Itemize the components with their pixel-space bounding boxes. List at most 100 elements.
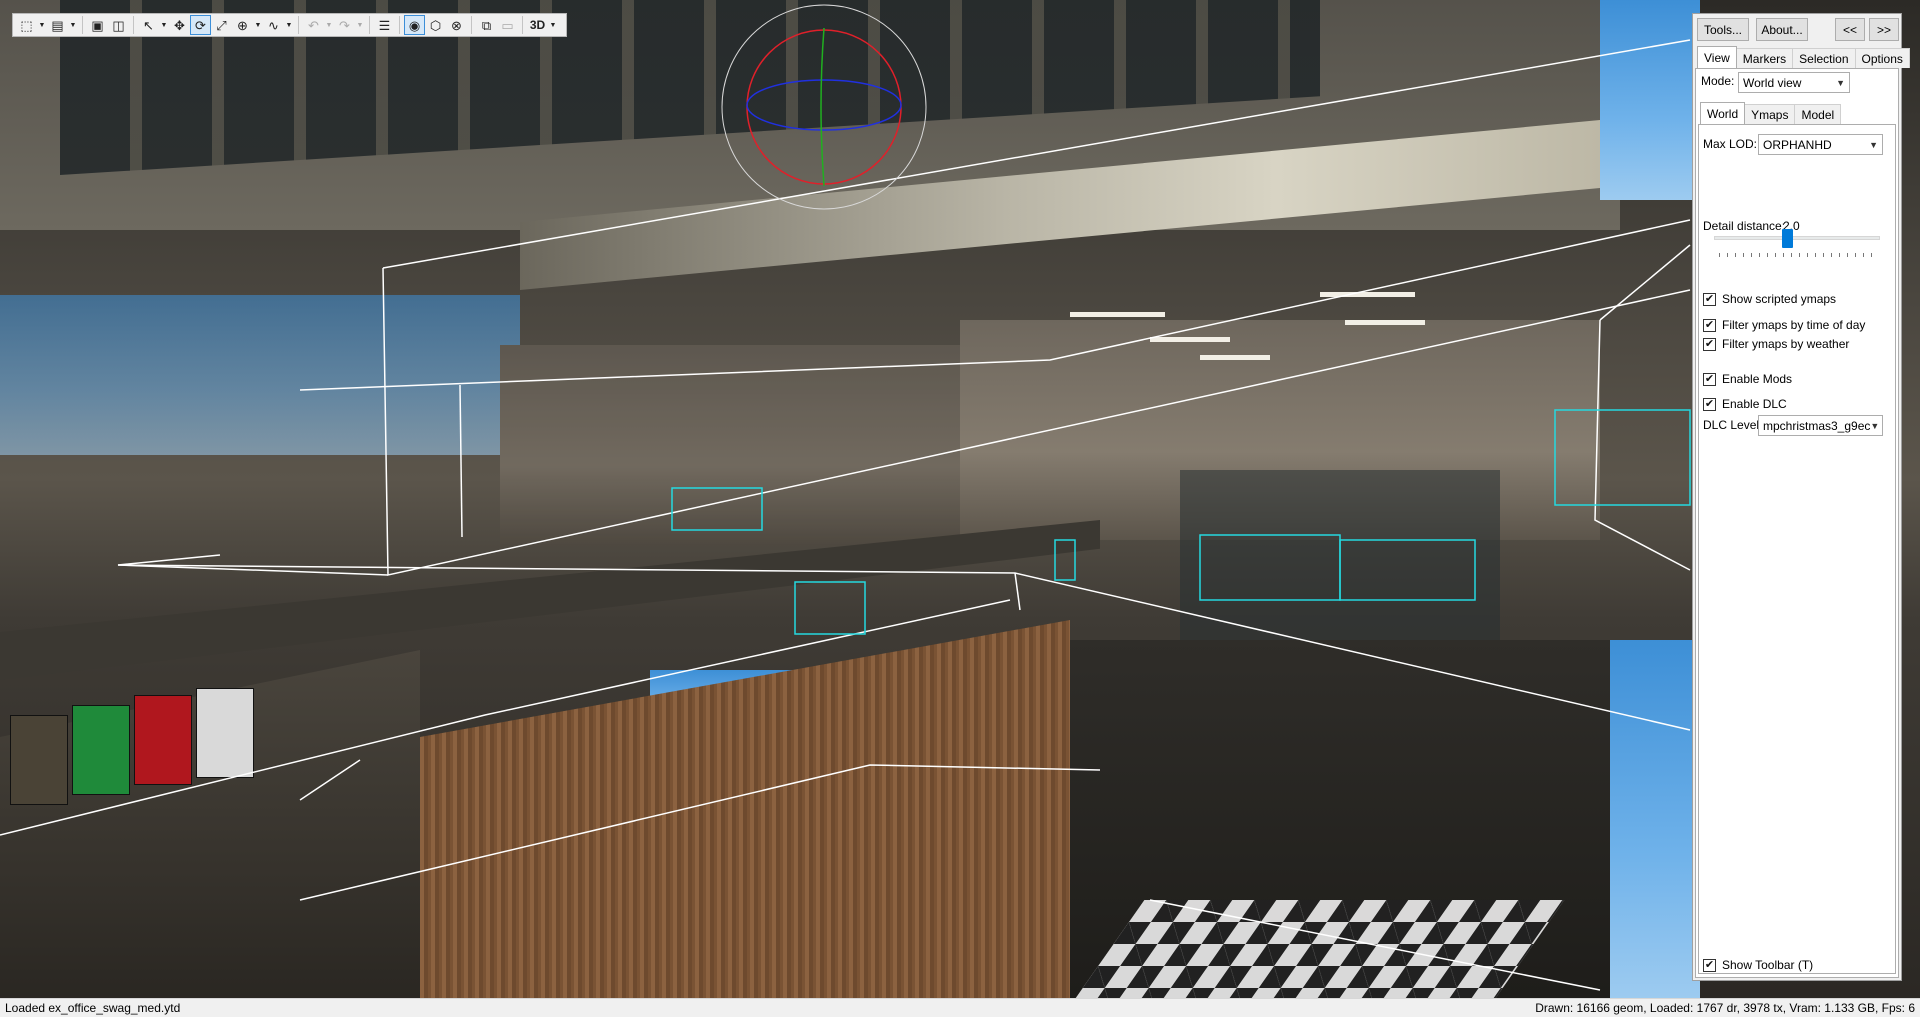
checkbox-label: Filter ymaps by time of day xyxy=(1722,318,1866,332)
tab-ymaps[interactable]: Ymaps xyxy=(1744,104,1796,124)
gizmo-z-ring xyxy=(746,79,902,131)
rotate-icon: ⟳ xyxy=(195,17,206,33)
checkbox-box[interactable]: ✔ xyxy=(1703,337,1716,351)
main-toolbar: ⬚ ▼ ▤ ▼ ▣ ◫ ↖ ▼ ✥ ⟳ ⤢ ⊕ ▼ ∿ ▼ ↶ ▼ ↷ ▼ ☰ ◉ ⬡ ⊗ ⧉ ▭ 3D ▼ xyxy=(12,13,567,37)
filter-time-checkbox[interactable]: ✔ Filter ymaps by time of day xyxy=(1703,318,1865,332)
selection-bounding-box xyxy=(0,39,1691,991)
open-button[interactable]: ▤ xyxy=(47,15,68,35)
rotate-button[interactable]: ⟳ xyxy=(190,15,211,35)
max-lod-label: Max LOD: xyxy=(1703,137,1758,151)
tab-view[interactable]: View xyxy=(1697,46,1737,68)
view-tab-page: Mode: World view ▼ World Ymaps Model Max… xyxy=(1695,68,1899,978)
hide-collisions-icon: ⊗ xyxy=(451,17,462,33)
move-icon: ✥ xyxy=(174,17,185,33)
show-collisions-icon: ⬡ xyxy=(429,17,442,33)
filter-weather-checkbox[interactable]: ✔ Filter ymaps by weather xyxy=(1703,337,1849,351)
dlc-level-label: DLC Level: xyxy=(1703,418,1763,432)
mode-3d-icon: 3D xyxy=(529,18,546,32)
about-button[interactable]: About... xyxy=(1756,18,1808,41)
checkbox-box[interactable]: ✔ xyxy=(1703,372,1716,386)
side-panel: Tools... About... << >> View Markers Sel… xyxy=(1692,13,1910,981)
checkbox-box[interactable]: ✔ xyxy=(1703,958,1716,972)
show-collisions-button[interactable]: ⬡ xyxy=(425,15,446,35)
hide-collisions-button[interactable]: ⊗ xyxy=(446,15,467,35)
world-tab-page: Max LOD: ORPHANHD ▼ Detail distance: 2.0… xyxy=(1698,124,1896,974)
redo-icon: ↷ xyxy=(339,17,350,33)
open-icon: ▤ xyxy=(51,17,64,33)
wireframe-button[interactable]: ◉ xyxy=(404,15,425,35)
toolbar-separator xyxy=(133,16,134,34)
viewport-overlay xyxy=(0,4,1691,991)
status-message: Loaded ex_office_swag_med.ytd xyxy=(5,1001,181,1015)
3d-viewport[interactable] xyxy=(0,0,1920,998)
move-button[interactable]: ✥ xyxy=(169,15,190,35)
checkbox-box[interactable]: ✔ xyxy=(1703,318,1716,332)
checkbox-label: Enable Mods xyxy=(1722,372,1793,386)
chevron-down-icon[interactable]: ▼ xyxy=(548,15,558,35)
show-scripted-ymaps-checkbox[interactable]: ✔ Show scripted ymaps xyxy=(1703,292,1836,306)
checkbox-label: Enable DLC xyxy=(1722,397,1787,411)
redo-button[interactable]: ↷ xyxy=(334,15,355,35)
checkbox-box[interactable]: ✔ xyxy=(1703,292,1716,306)
chevron-down-icon[interactable]: ▼ xyxy=(284,15,294,35)
chevron-down-icon: ▼ xyxy=(1869,139,1878,150)
chevron-down-icon[interactable]: ▼ xyxy=(324,15,334,35)
max-lod-value: ORPHANHD xyxy=(1763,137,1832,152)
tab-options[interactable]: Options xyxy=(1854,48,1910,68)
main-tabs: View Markers Selection Options xyxy=(1697,46,1910,68)
checkbox-label: Filter ymaps by weather xyxy=(1722,337,1850,351)
tab-selection[interactable]: Selection xyxy=(1792,48,1856,68)
paste-icon: ▭ xyxy=(501,17,514,33)
undo-button[interactable]: ↶ xyxy=(303,15,324,35)
copy-button[interactable]: ⧉ xyxy=(476,15,497,35)
toolbar-separator xyxy=(471,16,472,34)
mode-label: Mode: xyxy=(1701,74,1735,88)
wireframe-icon: ◉ xyxy=(408,17,421,33)
chevron-down-icon[interactable]: ▼ xyxy=(159,15,169,35)
scale-icon: ⤢ xyxy=(216,17,227,33)
detail-distance-slider-thumb[interactable] xyxy=(1782,229,1794,248)
save-all-button[interactable]: ◫ xyxy=(108,15,129,35)
mode-select[interactable]: World view ▼ xyxy=(1738,72,1850,93)
tab-markers[interactable]: Markers xyxy=(1735,48,1794,68)
gizmo-y-ring xyxy=(820,27,825,187)
detail-distance-track[interactable] xyxy=(1714,236,1880,240)
copy-icon: ⧉ xyxy=(481,17,492,33)
tools-button[interactable]: Tools... xyxy=(1697,18,1749,41)
chevron-down-icon[interactable]: ▼ xyxy=(355,15,365,35)
save-all-icon: ◫ xyxy=(112,17,125,33)
world-space-icon: ⊕ xyxy=(237,17,248,33)
gizmo-x-ring xyxy=(746,29,902,185)
chevron-down-icon[interactable]: ▼ xyxy=(37,15,47,35)
snap-button[interactable]: ∿ xyxy=(263,15,284,35)
toolbar-separator xyxy=(522,16,523,34)
info-window-button[interactable]: ☰ xyxy=(374,15,395,35)
tab-world[interactable]: World xyxy=(1700,102,1746,124)
status-bar: Loaded ex_office_swag_med.ytd Drawn: 161… xyxy=(0,998,1920,1017)
entity-outlines xyxy=(671,409,1691,635)
chevron-down-icon[interactable]: ▼ xyxy=(68,15,78,35)
world-space-button[interactable]: ⊕ xyxy=(232,15,253,35)
info-window-icon: ☰ xyxy=(378,17,391,33)
scale-button[interactable]: ⤢ xyxy=(211,15,232,35)
dlc-level-select[interactable]: mpchristmas3_g9ec ▼ xyxy=(1758,415,1883,436)
pointer-button[interactable]: ↖ xyxy=(138,15,159,35)
paste-button[interactable]: ▭ xyxy=(497,15,518,35)
dlc-level-value: mpchristmas3_g9ec xyxy=(1763,418,1871,433)
save-button[interactable]: ▣ xyxy=(87,15,108,35)
checkbox-box[interactable]: ✔ xyxy=(1703,397,1716,411)
checkbox-label: Show scripted ymaps xyxy=(1722,292,1837,306)
enable-dlc-checkbox[interactable]: ✔ Enable DLC xyxy=(1703,397,1787,411)
enable-mods-checkbox[interactable]: ✔ Enable Mods xyxy=(1703,372,1792,386)
mode-value: World view xyxy=(1743,75,1802,90)
tab-model[interactable]: Model xyxy=(1794,104,1842,124)
mode-3d-button[interactable]: 3D xyxy=(527,15,548,35)
show-toolbar-checkbox[interactable]: ✔ Show Toolbar (T) xyxy=(1703,958,1813,972)
expand-panel-button[interactable]: >> xyxy=(1869,18,1899,41)
collapse-panel-button[interactable]: << xyxy=(1835,18,1865,41)
save-icon: ▣ xyxy=(91,17,104,33)
new-button[interactable]: ⬚ xyxy=(16,15,37,35)
detail-distance-label: Detail distance: xyxy=(1703,219,1786,233)
chevron-down-icon[interactable]: ▼ xyxy=(253,15,263,35)
max-lod-select[interactable]: ORPHANHD ▼ xyxy=(1758,134,1883,155)
